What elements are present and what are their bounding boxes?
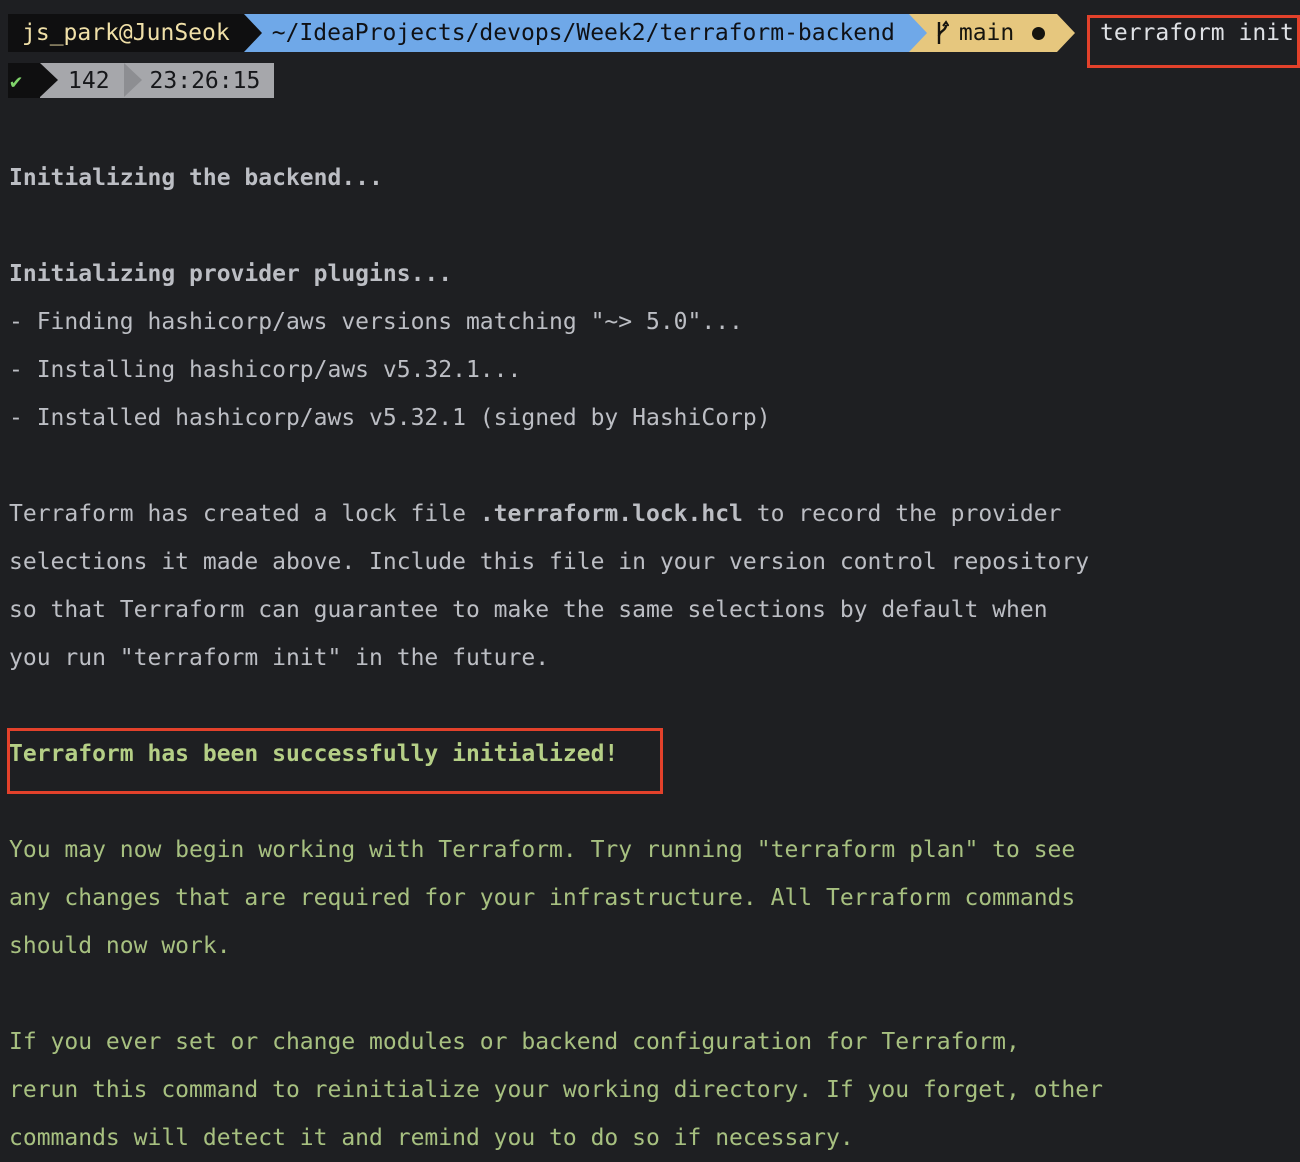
output-line: Initializing the backend... xyxy=(9,165,383,191)
output-line: any changes that are required for your i… xyxy=(9,885,1076,911)
clock: 23:26:15 xyxy=(123,63,275,98)
command-text: terraform init xyxy=(1100,20,1294,46)
output-line: selections it made above. Include this f… xyxy=(9,549,1090,575)
segment-separator xyxy=(123,63,142,97)
output-line: should now work. xyxy=(9,933,231,959)
git-branch-icon xyxy=(937,20,949,44)
output-line: rerun this command to reinitialize your … xyxy=(9,1077,1103,1103)
output-line: - Finding hashicorp/aws versions matchin… xyxy=(9,309,743,335)
output-text: to record the provider xyxy=(742,501,1062,527)
output-line: You may now begin working with Terraform… xyxy=(9,837,1076,863)
dirty-dot-icon xyxy=(1032,26,1046,40)
output-line: Terraform has created a lock file .terra… xyxy=(9,490,1294,538)
output-line: - Installed hashicorp/aws v5.32.1 (signe… xyxy=(9,405,771,431)
terminal-window[interactable]: js_park@JunSeok ~/IdeaProjects/devops/We… xyxy=(0,0,1300,1162)
output-line: If you ever set or change modules or bac… xyxy=(9,1029,1020,1055)
output-line: so that Terraform can guarantee to make … xyxy=(9,597,1048,623)
success-message: Terraform has been successfully initiali… xyxy=(9,741,619,767)
shell-prompt: js_park@JunSeok ~/IdeaProjects/devops/We… xyxy=(8,14,1076,52)
output-text: Terraform has created a lock file xyxy=(9,501,480,527)
exit-status: ✔ xyxy=(8,63,40,98)
segment-separator xyxy=(40,63,58,97)
terminal-output: Initializing the backend... Initializing… xyxy=(9,154,1294,1162)
prompt-user-text: js_park@JunSeok xyxy=(22,20,230,46)
lock-file-name: .terraform.lock.hcl xyxy=(479,501,743,527)
output-line: you run "terraform init" in the future. xyxy=(9,645,550,671)
checkmark-icon: ✔ xyxy=(10,68,23,93)
clock-text: 23:26:15 xyxy=(149,67,261,94)
history-count: 142 xyxy=(40,63,124,98)
prompt-user: js_park@JunSeok xyxy=(8,14,262,52)
output-line: commands will detect it and remind you t… xyxy=(9,1125,854,1151)
prompt-branch-text: main xyxy=(958,20,1015,46)
prompt-path: ~/IdeaProjects/devops/Week2/terraform-ba… xyxy=(243,14,927,52)
prompt-path-text: ~/IdeaProjects/devops/Week2/terraform-ba… xyxy=(271,20,895,46)
output-line: - Installing hashicorp/aws v5.32.1... xyxy=(9,357,522,383)
output-line: Initializing provider plugins... xyxy=(9,261,453,287)
history-count-text: 142 xyxy=(68,67,110,94)
prompt-git-branch: main xyxy=(908,14,1076,52)
prompt-status: ✔ 142 23:26:15 xyxy=(8,63,275,98)
